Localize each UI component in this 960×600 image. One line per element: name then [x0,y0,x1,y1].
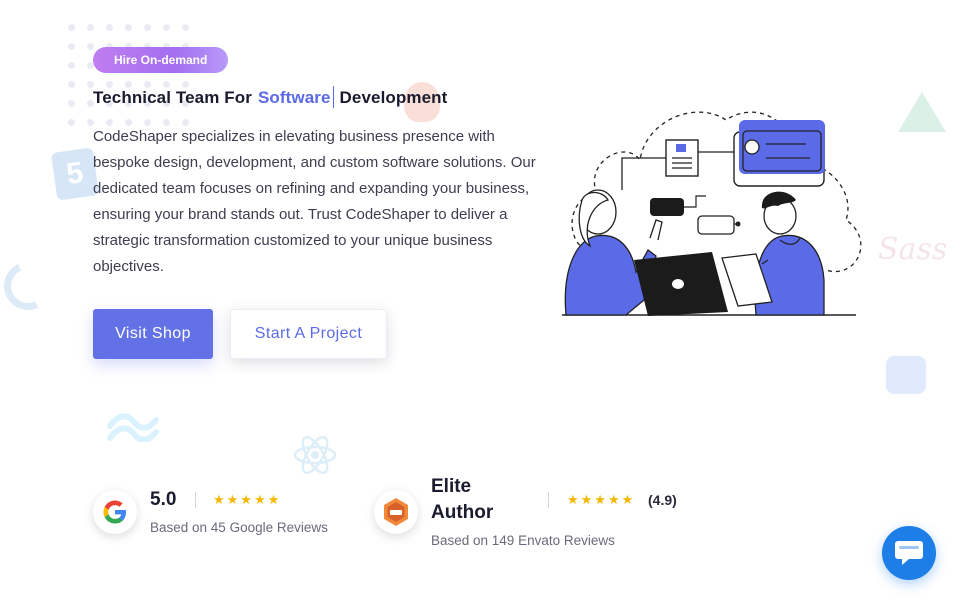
envato-rating-stars: ★★★★★ [567,492,636,507]
envato-logo [374,490,418,534]
envato-rating-score: (4.9) [648,492,677,508]
background-dot-grid [62,18,192,128]
envato-elite-badge-icon [384,498,408,526]
start-a-project-button[interactable]: Start A Project [230,309,387,359]
hire-on-demand-badge: Hire On-demand [93,47,229,73]
envato-review-count: Based on 149 Envato Reviews [431,533,615,548]
google-logo-icon [103,500,126,524]
google-rating-stars: ★★★★★ [213,492,282,507]
html5-icon: 5 [50,147,100,201]
sass-icon: Sass [878,232,948,267]
team-collaboration-illustration [562,111,862,316]
google-rating-divider [195,492,196,508]
vue-icon [898,92,946,132]
headline-suffix: Development [339,88,448,107]
google-rating-score: 5.0 [150,489,177,510]
visit-shop-button[interactable]: Visit Shop [93,309,213,359]
envato-rating-divider [548,492,549,508]
headline-prefix: Technical Team For [93,88,252,107]
google-review-count: Based on 45 Google Reviews [150,520,328,535]
headline-accent-word: Software [257,88,331,107]
envato-elite-title-line2: Author [431,502,494,523]
wordpress-icon [0,255,59,317]
react-icon [293,435,337,475]
hero-headline: Technical Team For Software Development [93,86,447,108]
window-icon [886,356,926,394]
envato-elite-title-line1: Elite [431,476,472,497]
typing-cursor [332,86,334,108]
tailwind-icon [107,413,159,442]
chat-widget-button[interactable] [882,526,936,580]
hero-description: CodeShaper specializes in elevating busi… [93,128,536,275]
google-logo [93,490,137,534]
chat-bubble-icon [895,541,923,565]
